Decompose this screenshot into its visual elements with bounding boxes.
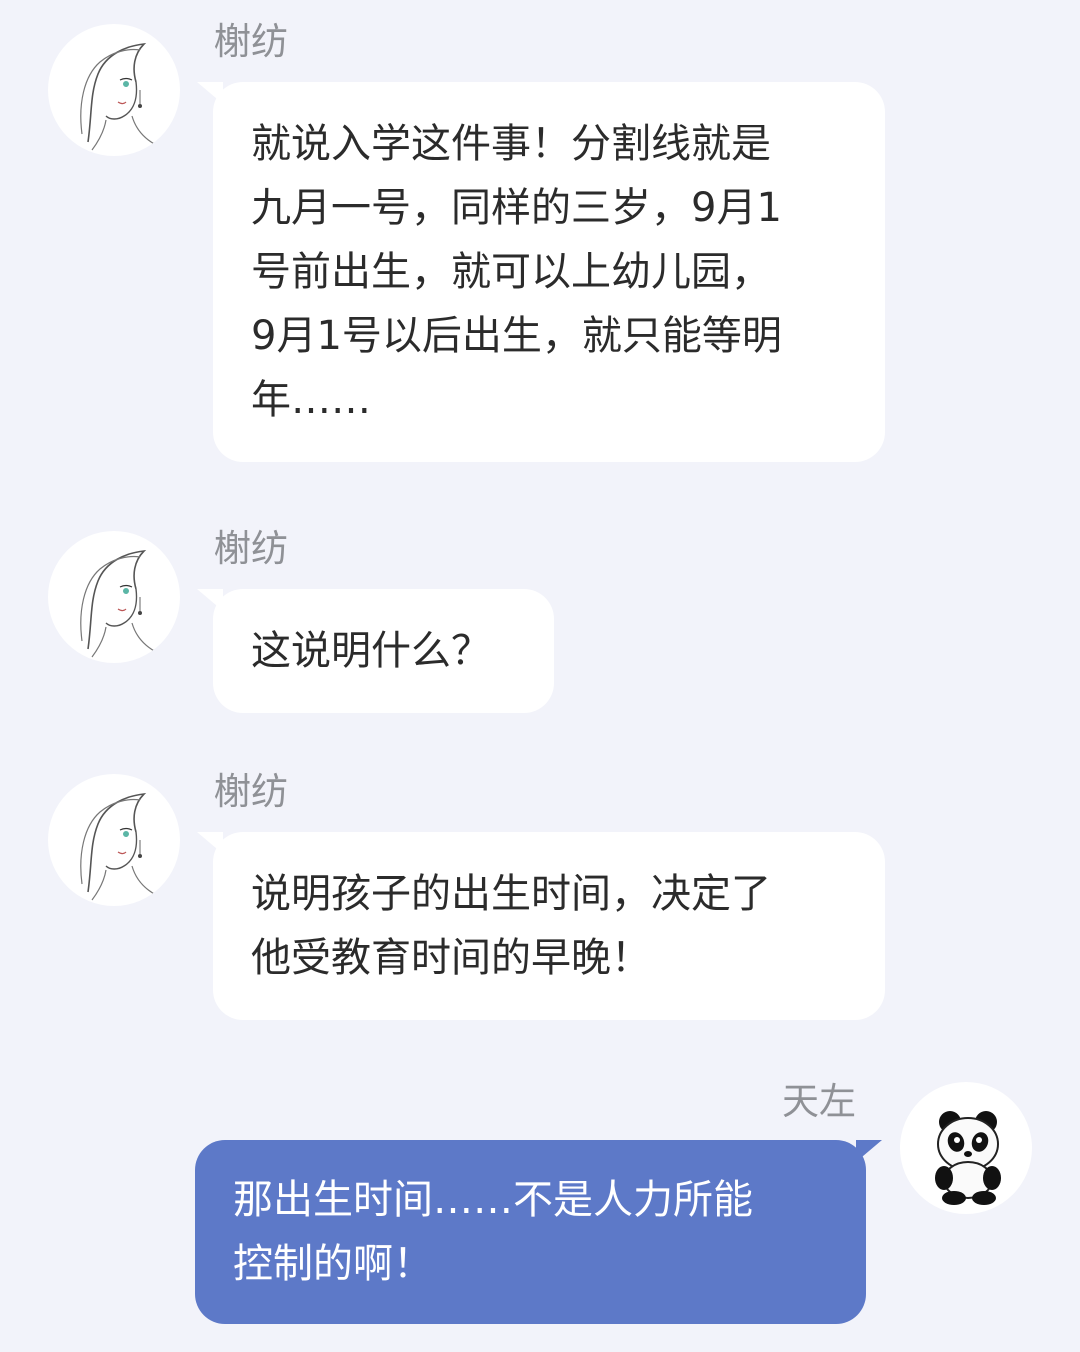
message-bubble[interactable]: 说明孩子的出生时间，决定了 他受教育时间的早晚！ bbox=[197, 832, 885, 1020]
panda-avatar-icon bbox=[935, 1111, 1001, 1205]
sender-name: 榭纺 bbox=[214, 20, 288, 63]
avatar[interactable] bbox=[48, 24, 180, 156]
message-bubble[interactable]: 这说明什么？ bbox=[197, 589, 554, 713]
sender-name: 天左 bbox=[782, 1080, 856, 1123]
avatar[interactable] bbox=[48, 774, 180, 906]
sender-name: 榭纺 bbox=[214, 770, 288, 813]
sender-name: 榭纺 bbox=[214, 527, 288, 570]
avatar[interactable] bbox=[900, 1082, 1032, 1214]
chat-window: 榭纺 就说入学这件事！分割线就是 九月一号，同样的三岁，9月1 号前出生，就可以… bbox=[0, 0, 1080, 1352]
woman-sketch-avatar-icon bbox=[80, 792, 159, 901]
woman-sketch-avatar-icon bbox=[80, 42, 159, 151]
message-bubble[interactable]: 那出生时间……不是人力所能 控制的啊！ bbox=[195, 1140, 882, 1324]
message-bubble[interactable]: 就说入学这件事！分割线就是 九月一号，同样的三岁，9月1 号前出生，就可以上幼儿… bbox=[197, 82, 885, 462]
avatar[interactable] bbox=[48, 531, 180, 663]
woman-sketch-avatar-icon bbox=[80, 549, 159, 658]
